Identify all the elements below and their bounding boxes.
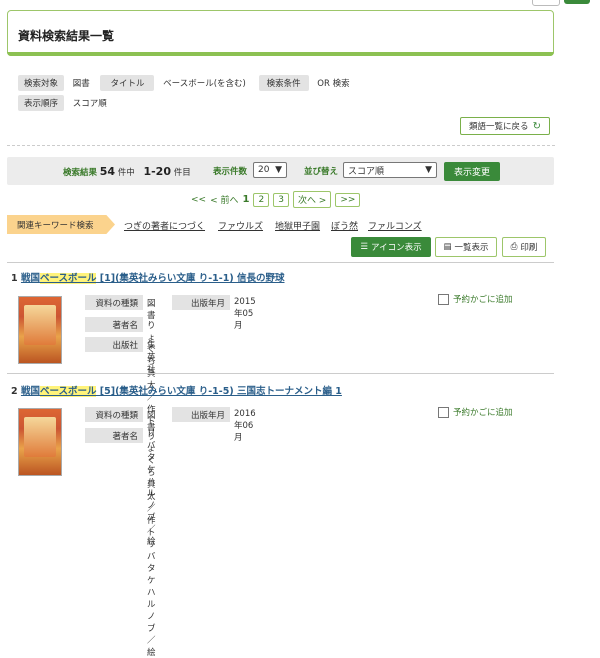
title-highlight: ベースボール <box>39 386 97 397</box>
author-label: 著者名 <box>85 428 143 443</box>
cart-checkbox[interactable] <box>438 406 449 418</box>
target-label: 検索対象 <box>18 75 65 91</box>
related-keyword-label: 関連キーワード検索 <box>7 215 115 234</box>
author-label: 著者名 <box>85 317 143 332</box>
cond-value: OR 検索 <box>317 79 350 89</box>
list-view-button[interactable]: ▤ 一覧表示 <box>435 237 497 257</box>
cond-label: 検索条件 <box>258 75 309 91</box>
dashed-divider <box>7 145 555 146</box>
title-underline <box>7 52 554 56</box>
keyword-link[interactable]: 地獄甲子園 <box>275 219 320 232</box>
list-view-label: 一覧表示 <box>454 243 489 253</box>
cart-checkbox[interactable] <box>438 293 449 305</box>
target-value: 図書 <box>72 79 90 89</box>
result-count: 検索結果 54 件中 1-20 件目 <box>63 165 191 178</box>
sort-select[interactable]: スコア順 ▼ <box>343 162 437 178</box>
title-post: [5](集英社みらい文庫 り-1-5) 三国志トーナメント編 1 <box>96 386 342 397</box>
result-range-suffix: 件目 <box>173 168 191 178</box>
keyword-link[interactable]: ファウルズ <box>218 219 263 232</box>
title-value: ベースボール(を含む) <box>163 79 246 89</box>
type-label: 資料の種類 <box>85 295 143 310</box>
result-label: 検索結果 <box>63 168 98 178</box>
top-button-1[interactable] <box>532 0 560 6</box>
order-label: 表示順序 <box>18 95 65 111</box>
conditions-row-2: 表示順序 スコア順 <box>18 95 107 111</box>
keyword-link[interactable]: つぎの著者につづく <box>124 219 205 232</box>
keyword-link[interactable]: ファルコンズ <box>368 219 422 232</box>
refresh-icon: ↻ <box>532 120 541 132</box>
type-value: 図書 <box>147 299 156 321</box>
date-label: 出版年月 <box>172 295 230 310</box>
sort-label-text: 並び替え <box>304 167 339 177</box>
title-box: 資料検索結果一覧 <box>7 10 554 56</box>
author-value: りょくち真太／作 トリバタケハルノブ／絵 <box>147 432 156 658</box>
title-highlight: ベースボール <box>39 273 97 284</box>
page-link[interactable]: 2 <box>253 192 270 207</box>
chevron-down-icon: ▼ <box>275 165 282 175</box>
prev-page-link[interactable]: < 前へ <box>210 193 238 206</box>
publisher-label: 出版社 <box>85 337 143 352</box>
result-number: 2 <box>11 386 18 397</box>
per-page-label: 表示件数 <box>213 165 247 177</box>
type-label: 資料の種類 <box>85 407 143 422</box>
per-page-value: 20 <box>258 165 270 175</box>
first-page-link[interactable]: << <box>191 195 206 205</box>
title-post: [1](集英社みらい文庫 り-1-1) 信長の野球 <box>96 273 285 284</box>
result-title-2: 2 戦国ベースボール [5](集英社みらい文庫 り-1-5) 三国志トーナメント… <box>11 383 342 397</box>
printer-icon: ⎙ <box>510 242 518 252</box>
title-pre: 戦国 <box>20 273 40 284</box>
result-total-suffix: 件中 <box>117 168 135 178</box>
date-label: 出版年月 <box>172 407 230 422</box>
icon-view-label: アイコン表示 <box>371 243 422 253</box>
date-value: 2016年06月 <box>234 409 256 443</box>
conditions-row-1: 検索対象 図書 タイトル ベースボール(を含む) 検索条件 OR 検索 <box>18 75 350 91</box>
title-pre: 戦国 <box>20 386 40 397</box>
page-title: 資料検索結果一覧 <box>18 29 115 43</box>
date-value: 2015年05月 <box>234 297 256 331</box>
list-icon: ☰ <box>360 242 369 252</box>
result-link[interactable]: 戦国ベースボール [1](集英社みらい文庫 り-1-1) 信長の野球 <box>21 273 285 284</box>
add-to-cart-1[interactable]: 予約かごに追加 <box>438 293 513 305</box>
book-cover-image[interactable] <box>18 296 62 364</box>
icon-view-button[interactable]: ☰ アイコン表示 <box>351 237 431 257</box>
result-number: 1 <box>11 273 18 284</box>
chevron-down-icon: ▼ <box>425 165 432 175</box>
print-button[interactable]: ⎙ 印刷 <box>502 237 546 257</box>
page-link[interactable]: 3 <box>273 192 289 207</box>
change-display-button[interactable]: 表示変更 <box>444 162 500 181</box>
print-label: 印刷 <box>520 243 538 253</box>
sort-value: スコア順 <box>348 166 385 177</box>
back-to-synonyms-button[interactable]: 類語一覧に戻る ↻ <box>460 117 550 135</box>
top-buttons <box>532 0 590 6</box>
last-page-link[interactable]: >> <box>335 192 361 207</box>
add-to-cart-2[interactable]: 予約かごに追加 <box>438 406 513 418</box>
next-page-link[interactable]: 次へ > <box>292 191 332 208</box>
top-button-2[interactable] <box>564 0 590 4</box>
cart-label: 予約かごに追加 <box>453 408 513 418</box>
publisher-value: 集英社 <box>147 341 156 375</box>
pagination: << < 前へ 1 2 3 次へ > >> <box>191 191 361 208</box>
title-label: タイトル <box>100 75 155 91</box>
divider <box>7 262 554 263</box>
cart-label: 予約かごに追加 <box>453 295 513 305</box>
keyword-link[interactable]: ぼう然 <box>331 219 358 232</box>
result-link[interactable]: 戦国ベースボール [5](集英社みらい文庫 り-1-5) 三国志トーナメント編 … <box>21 386 342 397</box>
result-title-1: 1 戦国ベースボール [1](集英社みらい文庫 り-1-1) 信長の野球 <box>11 270 285 284</box>
back-button-label: 類語一覧に戻る <box>469 122 529 132</box>
result-range: 1-20 <box>143 165 171 178</box>
table-icon: ▤ <box>443 242 452 252</box>
current-page: 1 <box>242 194 250 205</box>
book-cover-image[interactable] <box>18 408 62 476</box>
result-total: 54 <box>99 165 116 178</box>
order-value: スコア順 <box>72 99 107 109</box>
sort-label: 並び替え <box>304 165 338 177</box>
divider <box>7 373 554 374</box>
per-page-select[interactable]: 20 ▼ <box>253 162 287 178</box>
per-page-label-text: 表示件数 <box>213 167 248 177</box>
